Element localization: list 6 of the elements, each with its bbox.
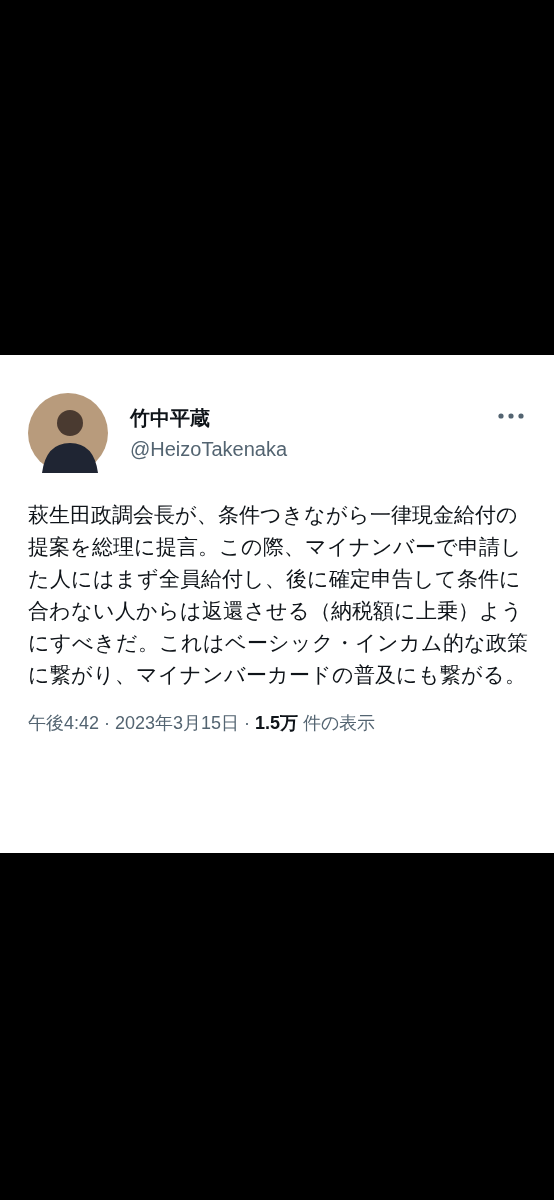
avatar[interactable] xyxy=(28,393,108,473)
author-name[interactable]: 竹中平蔵 xyxy=(130,405,210,432)
tweet-metadata: 午後4:42 · 2023年3月15日 · 1.5万 件の表示 xyxy=(28,712,376,735)
more-options-icon[interactable] xyxy=(498,413,524,419)
tweet-text: 萩生田政調会長が、条件つきながら一律現金給付の提案を総理に提言。この際、マイナンバーで申請した人にはまず全員給付し、後に確定申告して条件に合わない人からは返還させる（納税額に上乗）ようにすべきだ。これはベーシック・インカム的な政策に繋がり、マイナンバーカードの普及にも繋がる。 xyxy=(28,502,528,689)
author-handle[interactable]: @HeizoTakenaka xyxy=(130,438,288,461)
